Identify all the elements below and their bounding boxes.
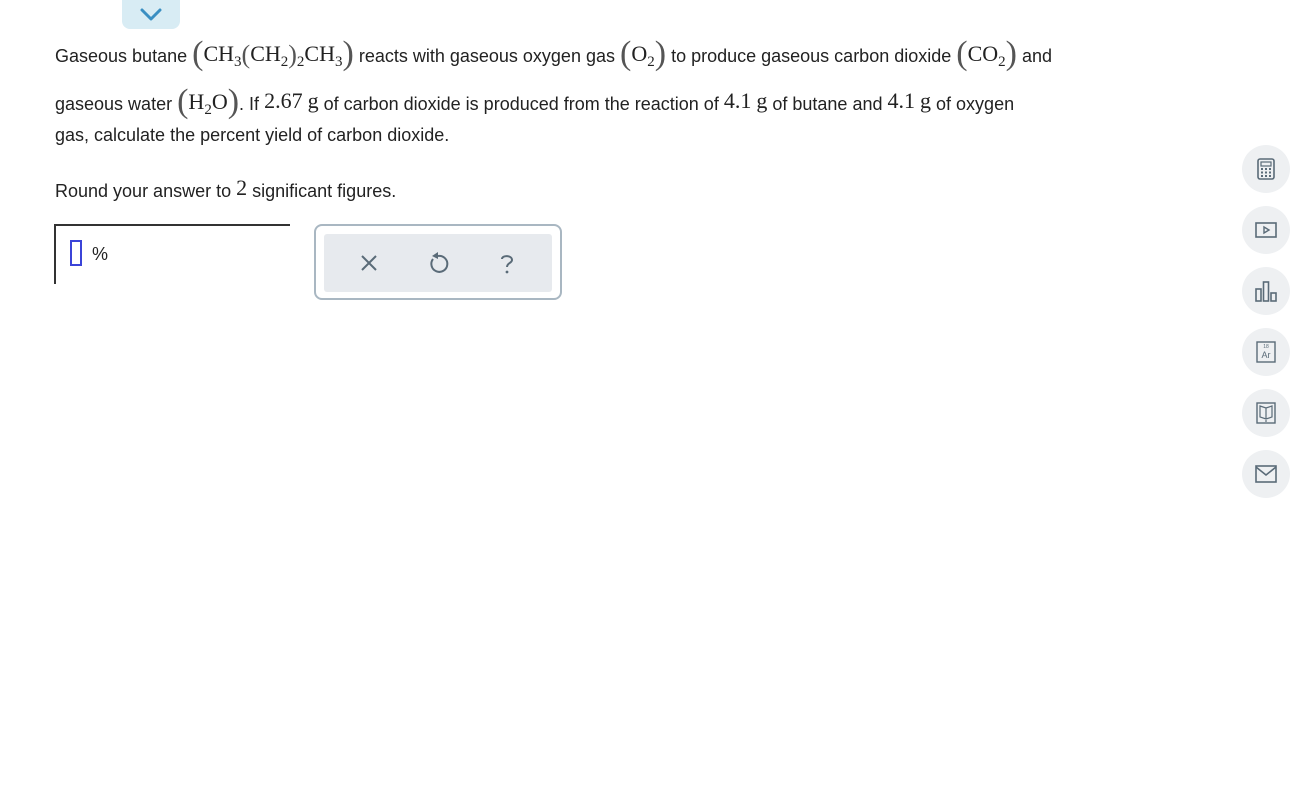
- bar-chart-icon: [1255, 281, 1277, 302]
- answer-tools-panel: [314, 224, 562, 300]
- rounding-instruction: Round your answer to 2 significant figur…: [55, 175, 397, 201]
- mass-butane: 4.1: [723, 87, 752, 113]
- clear-button[interactable]: [349, 243, 389, 283]
- mail-icon: [1255, 465, 1277, 483]
- video-button[interactable]: [1242, 206, 1290, 254]
- unit-g-1: g: [307, 87, 319, 113]
- butane-formula: (CH3(CH2)2CH3): [192, 35, 354, 72]
- video-icon: [1255, 222, 1277, 238]
- text-of-co2: of carbon dioxide is produced from the r…: [323, 93, 719, 114]
- data-button[interactable]: [1242, 267, 1290, 315]
- mass-co2: 2.67: [264, 87, 303, 113]
- question-line-1: Gaseous butane (CH3(CH2)2CH3) reacts wit…: [55, 30, 1240, 78]
- periodic-symbol: Ar: [1262, 350, 1271, 360]
- percent-unit: %: [92, 244, 109, 264]
- question-line-2: gaseous water (H2O). If 2.67 g of carbon…: [55, 78, 1240, 126]
- answer-area: %: [54, 224, 290, 284]
- text-of-oxygen: of oxygen: [936, 93, 1015, 114]
- question-line-3: gas, calculate the percent yield of carb…: [55, 125, 450, 145]
- unit-g-3: g: [920, 87, 932, 113]
- chevron-down-icon: [140, 8, 162, 20]
- co2-formula: (CO2): [956, 35, 1017, 72]
- oxygen-formula: (O2): [620, 35, 667, 72]
- book-icon: [1256, 402, 1276, 424]
- text-reacts: reacts with gaseous oxygen gas: [358, 45, 615, 66]
- sigfig-count: 2: [236, 175, 248, 200]
- unit-g-2: g: [756, 87, 768, 113]
- answer-input[interactable]: [70, 240, 82, 266]
- message-button[interactable]: [1242, 450, 1290, 498]
- text-gaseous-water: gaseous water: [55, 93, 173, 114]
- calculator-icon: [1257, 158, 1275, 180]
- help-icon: [501, 255, 514, 274]
- undo-icon: [430, 252, 449, 273]
- textbook-button[interactable]: [1242, 389, 1290, 437]
- tool-sidebar: 18 Ar: [1242, 145, 1290, 511]
- text-gaseous-butane: Gaseous butane: [55, 45, 188, 66]
- collapse-tab[interactable]: [122, 0, 180, 29]
- text-and: and: [1022, 45, 1053, 66]
- help-button[interactable]: [487, 243, 527, 283]
- calculator-button[interactable]: [1242, 145, 1290, 193]
- mass-o2: 4.1: [887, 87, 916, 113]
- text-of-butane: of butane and: [772, 93, 883, 114]
- question-text: Gaseous butane (CH3(CH2)2CH3) reacts wit…: [55, 30, 1240, 210]
- text-produce: to produce gaseous carbon dioxide: [671, 45, 952, 66]
- text-if: . If: [239, 93, 260, 114]
- undo-button[interactable]: [418, 243, 458, 283]
- close-icon: [360, 255, 377, 271]
- periodic-table-icon: 18Ar: [1256, 341, 1276, 363]
- periodic-table-button[interactable]: 18 Ar: [1242, 328, 1290, 376]
